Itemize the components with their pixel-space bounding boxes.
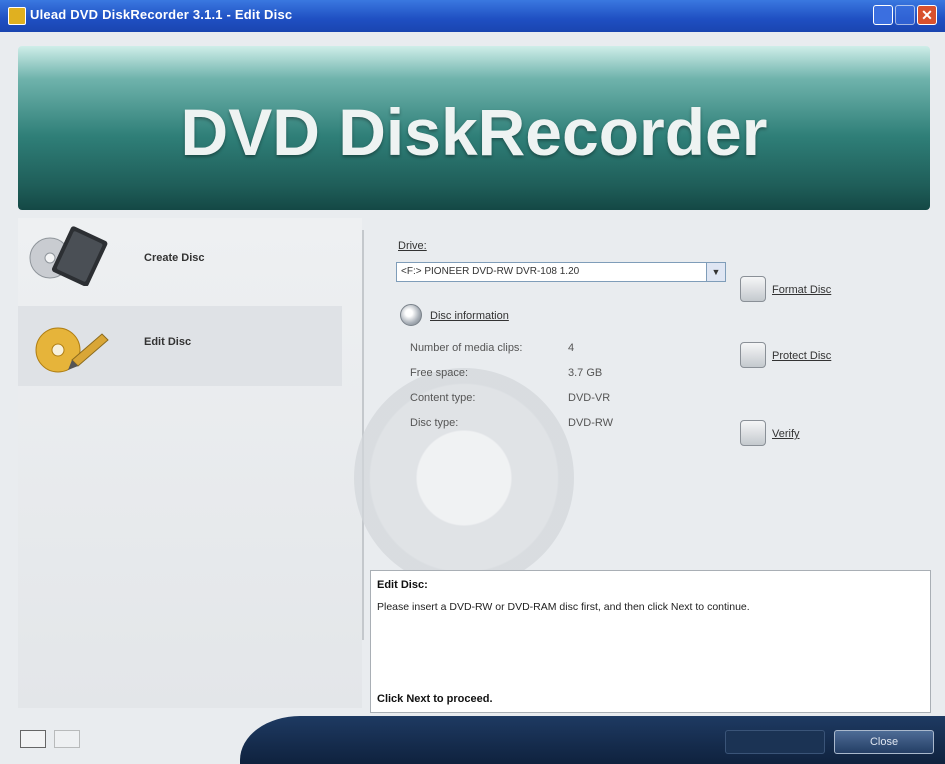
info-row-content-type: Content type: DVD-VR xyxy=(410,392,670,414)
close-window-button[interactable]: ✕ xyxy=(917,5,937,25)
description-text: Please insert a DVD-RW or DVD-RAM disc f… xyxy=(377,601,750,613)
title-bar[interactable]: Ulead DVD DiskRecorder 3.1.1 - Edit Disc… xyxy=(0,0,945,32)
info-label: Free space: xyxy=(410,367,469,379)
info-row-free-space: Free space: 3.7 GB xyxy=(410,367,670,389)
description-footer: Click Next to proceed. xyxy=(377,693,493,705)
disc-information-button[interactable]: Disc information xyxy=(400,304,550,328)
banner-title: DVD DiskRecorder xyxy=(180,95,768,169)
minimize-button[interactable] xyxy=(873,5,893,25)
chevron-down-icon[interactable]: ▼ xyxy=(706,263,725,281)
app-window: Ulead DVD DiskRecorder 3.1.1 - Edit Disc… xyxy=(0,0,945,764)
next-button[interactable] xyxy=(725,730,825,754)
magnifier-icon xyxy=(740,420,766,446)
close-button[interactable]: Close xyxy=(834,730,934,754)
lock-icon xyxy=(740,342,766,368)
verify-label: Verify xyxy=(772,428,800,440)
description-box: Edit Disc: Please insert a DVD-RW or DVD… xyxy=(370,570,931,713)
sidebar: Create Disc Edit Disc xyxy=(18,218,362,708)
info-label: Content type: xyxy=(410,392,476,404)
edit-disc-icon xyxy=(35,327,109,373)
protect-disc-button[interactable]: Protect Disc xyxy=(740,342,870,372)
header-banner: DVD DiskRecorder xyxy=(18,46,930,210)
drive-select-value: <F:> PIONEER DVD-RW DVR-108 1.20 xyxy=(401,266,580,277)
info-row-disc-type: Disc type: DVD-RW xyxy=(410,417,670,439)
format-disc-icon xyxy=(740,276,766,302)
format-disc-label: Format Disc xyxy=(772,284,832,296)
settings-icon[interactable] xyxy=(54,730,80,748)
protect-disc-label: Protect Disc xyxy=(772,350,832,362)
format-disc-button[interactable]: Format Disc xyxy=(740,276,870,306)
description-title: Edit Disc: xyxy=(377,579,428,591)
sidebar-item-label: Edit Disc xyxy=(144,336,192,348)
bottom-bar: Close xyxy=(0,716,945,764)
info-value: DVD-RW xyxy=(568,417,614,429)
verify-button[interactable]: Verify xyxy=(740,420,870,450)
disc-information-label: Disc information xyxy=(430,310,509,322)
maximize-button[interactable] xyxy=(895,5,915,25)
info-value: DVD-VR xyxy=(568,392,611,404)
drive-select[interactable]: <F:> PIONEER DVD-RW DVR-108 1.20 ▼ xyxy=(396,262,726,282)
preview-icon[interactable] xyxy=(20,730,46,748)
window-title: Ulead DVD DiskRecorder 3.1.1 - Edit Disc xyxy=(30,7,293,22)
info-label: Disc type: xyxy=(410,417,459,429)
app-icon xyxy=(8,7,26,25)
sidebar-item-edit-disc[interactable]: Edit Disc xyxy=(18,306,342,386)
dvd-case-icon xyxy=(29,226,108,286)
info-label: Number of media clips: xyxy=(410,342,523,354)
drive-label: Drive: xyxy=(398,240,427,252)
main-panel: Drive: <F:> PIONEER DVD-RW DVR-108 1.20 … xyxy=(354,218,930,588)
info-value: 3.7 GB xyxy=(568,367,603,379)
sidebar-item-label: Create Disc xyxy=(144,252,205,264)
sidebar-item-create-disc[interactable]: Create Disc xyxy=(18,218,362,298)
info-row-media-clips: Number of media clips: 4 xyxy=(410,342,670,364)
info-value: 4 xyxy=(568,342,575,354)
disc-info-icon xyxy=(400,304,422,326)
